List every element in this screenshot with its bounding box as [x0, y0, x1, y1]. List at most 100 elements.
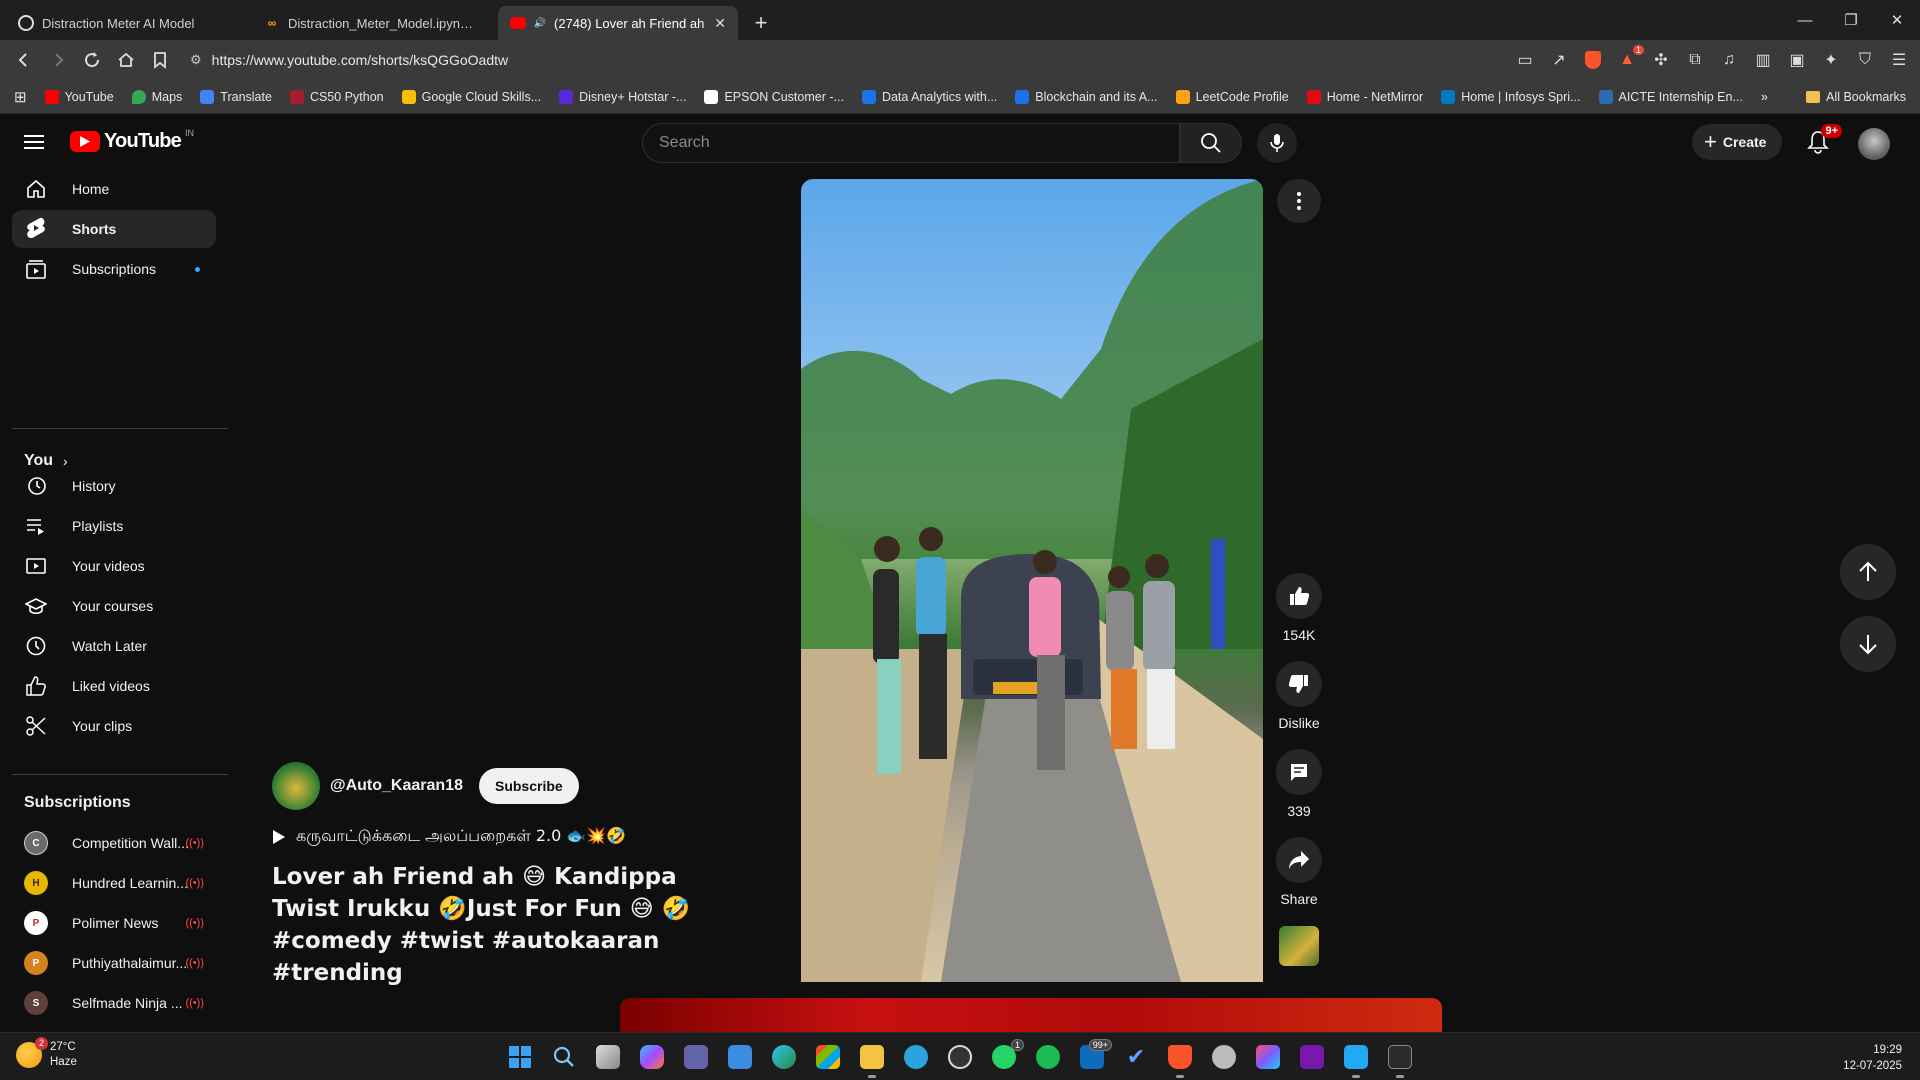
bookmark-item[interactable]: Home | Infosys Spri... — [1441, 89, 1581, 104]
brave-button[interactable] — [1162, 1039, 1198, 1078]
whatsapp-button[interactable]: 1 — [986, 1039, 1024, 1075]
music-row[interactable]: கருவாட்டுக்கடை அலப்பறைகள் 2.0 🐟💥🤣 — [272, 826, 712, 847]
spotify-button[interactable] — [1030, 1039, 1066, 1075]
shorts-video-player[interactable] — [801, 179, 1263, 982]
voice-search-button[interactable] — [1257, 123, 1297, 163]
extensions-icon[interactable]: ✣ — [1650, 49, 1672, 71]
channel-avatar[interactable] — [272, 762, 320, 810]
more-options-button[interactable] — [1277, 179, 1321, 223]
sidebar-subscription-item[interactable]: P Puthiyathalaimur... ((•)) — [12, 944, 216, 982]
terminal-button[interactable] — [1382, 1039, 1418, 1078]
site-info-icon[interactable]: ⚙ — [190, 52, 202, 68]
search-input[interactable] — [659, 134, 1179, 152]
create-button[interactable]: + Create — [1692, 124, 1783, 160]
bookmark-item[interactable]: Maps — [131, 89, 182, 104]
sidebar-subscription-item[interactable]: H Hundred Learnin... ((•)) — [12, 864, 216, 902]
tab-youtube-short[interactable]: 🔊 (2748) Lover ah Friend ah ✕ — [498, 6, 738, 40]
sound-source-thumbnail[interactable] — [1279, 926, 1319, 966]
apps-grid-icon[interactable]: ⊞ — [14, 88, 27, 106]
share-icon[interactable]: ↗ — [1548, 49, 1570, 71]
sidebar-item-your-videos[interactable]: Your videos — [12, 547, 216, 585]
sidebar-item-your-courses[interactable]: Your courses — [12, 587, 216, 625]
weather-widget[interactable]: 2 27°C Haze — [16, 1037, 77, 1070]
task-view-button[interactable] — [590, 1039, 626, 1075]
media-icon[interactable]: ♫ — [1718, 49, 1740, 71]
vpn-icon[interactable]: ⛉ — [1854, 49, 1876, 71]
github-desktop-button[interactable] — [1206, 1039, 1242, 1075]
menu-icon[interactable]: ☰ — [1888, 49, 1910, 71]
forward-icon[interactable] — [44, 46, 72, 74]
previous-short-button[interactable] — [1840, 544, 1896, 600]
bookmark-item[interactable]: Data Analytics with... — [861, 89, 997, 104]
all-bookmarks-button[interactable]: All Bookmarks — [1806, 90, 1906, 104]
guide-menu-icon[interactable] — [22, 132, 46, 152]
next-short-preview[interactable] — [620, 998, 1442, 1032]
sidebar-subscription-item[interactable]: C Competition Wall... ((•)) — [12, 824, 216, 862]
share-button[interactable] — [1276, 837, 1322, 883]
bookmark-item[interactable]: LeetCode Profile — [1175, 89, 1289, 104]
sidebar-item-history[interactable]: History — [12, 467, 216, 505]
media-player-button[interactable] — [942, 1039, 978, 1075]
bookmark-item[interactable]: CS50 Python — [289, 89, 384, 104]
sidebar-item-liked-videos[interactable]: Liked videos — [12, 667, 216, 705]
channel-name[interactable]: @Auto_Kaaran18 — [330, 777, 463, 795]
back-icon[interactable] — [10, 46, 38, 74]
home-icon[interactable] — [112, 46, 140, 74]
dislike-button[interactable] — [1276, 661, 1322, 707]
widgets-button[interactable] — [722, 1039, 758, 1075]
vscode-button[interactable] — [1338, 1039, 1374, 1078]
cast-icon[interactable]: ▭ — [1514, 49, 1536, 71]
file-explorer-button[interactable] — [854, 1039, 890, 1078]
reload-icon[interactable] — [78, 46, 106, 74]
sidebar-item-home[interactable]: Home — [12, 170, 216, 208]
edge-button[interactable] — [766, 1039, 802, 1075]
more-bookmarks-icon[interactable]: » — [1761, 90, 1768, 104]
todo-button[interactable]: ✔ — [1118, 1039, 1154, 1075]
notifications-button[interactable]: 9+ — [1802, 124, 1842, 158]
next-short-button[interactable] — [1840, 616, 1896, 672]
tab-colab-notebook[interactable]: ∞ Distraction_Meter_Model.ipynb - Col — [252, 6, 492, 40]
onenote-button[interactable] — [1294, 1039, 1330, 1075]
brave-rewards-icon[interactable]: ▲ 1 — [1616, 45, 1644, 71]
subscribe-button[interactable]: Subscribe — [478, 768, 579, 804]
sidebar-item-shorts[interactable]: Shorts — [12, 210, 216, 248]
bookmark-item[interactable]: Disney+ Hotstar -... — [559, 89, 686, 104]
comments-button[interactable] — [1276, 749, 1322, 795]
close-window-icon[interactable]: ✕ — [1874, 0, 1920, 40]
account-avatar[interactable] — [1858, 128, 1890, 160]
sidebar-item-your-clips[interactable]: Your clips — [12, 707, 216, 745]
close-tab-icon[interactable]: ✕ — [714, 15, 726, 32]
bookmark-item[interactable]: AICTE Internship En... — [1598, 89, 1743, 104]
like-button[interactable] — [1276, 573, 1322, 619]
sidebar-subscription-item[interactable]: P Polimer News ((•)) — [12, 904, 216, 942]
telegram-button[interactable] — [898, 1039, 934, 1075]
bookmark-item[interactable]: EPSON Customer -... — [704, 89, 844, 104]
store-button[interactable] — [810, 1039, 846, 1075]
bookmark-icon[interactable] — [146, 46, 174, 74]
search-box[interactable] — [642, 123, 1180, 163]
search-taskbar-button[interactable] — [546, 1039, 582, 1075]
bookmark-item[interactable]: Google Cloud Skills... — [401, 89, 541, 104]
minimize-icon[interactable]: — — [1782, 0, 1828, 40]
screenshot-icon[interactable]: ⧉ — [1684, 49, 1706, 71]
sidebar-item-playlists[interactable]: Playlists — [12, 507, 216, 545]
start-button[interactable] — [502, 1039, 538, 1075]
speaker-icon[interactable]: 🔊 — [534, 15, 546, 31]
address-bar[interactable]: ⚙ https://www.youtube.com/shorts/ksQGGoO… — [180, 45, 1508, 75]
bookmark-item[interactable]: Home - NetMirror — [1306, 89, 1423, 104]
search-button[interactable] — [1180, 123, 1242, 163]
bookmark-item[interactable]: YouTube — [44, 89, 114, 104]
tab-distraction-meter[interactable]: Distraction Meter AI Model — [6, 6, 246, 40]
sidebar-subscription-item[interactable]: S Selfmade Ninja ... ((•)) — [12, 984, 216, 1022]
new-tab-button[interactable]: + — [746, 8, 776, 38]
sidebar-item-subscriptions[interactable]: Subscriptions — [12, 250, 216, 288]
system-clock[interactable]: 19:29 12-07-2025 — [1843, 1042, 1902, 1074]
leo-ai-icon[interactable]: ✦ — [1820, 49, 1842, 71]
outlook-button[interactable]: 99+ — [1074, 1039, 1112, 1075]
brave-shields-icon[interactable] — [1582, 49, 1604, 71]
sidebar-item-watch-later[interactable]: Watch Later — [12, 627, 216, 665]
teams-button[interactable] — [678, 1039, 714, 1075]
restore-icon[interactable]: ❐ — [1828, 0, 1874, 40]
arc-button[interactable] — [1250, 1039, 1286, 1075]
wallet-icon[interactable]: ▣ — [1786, 49, 1808, 71]
